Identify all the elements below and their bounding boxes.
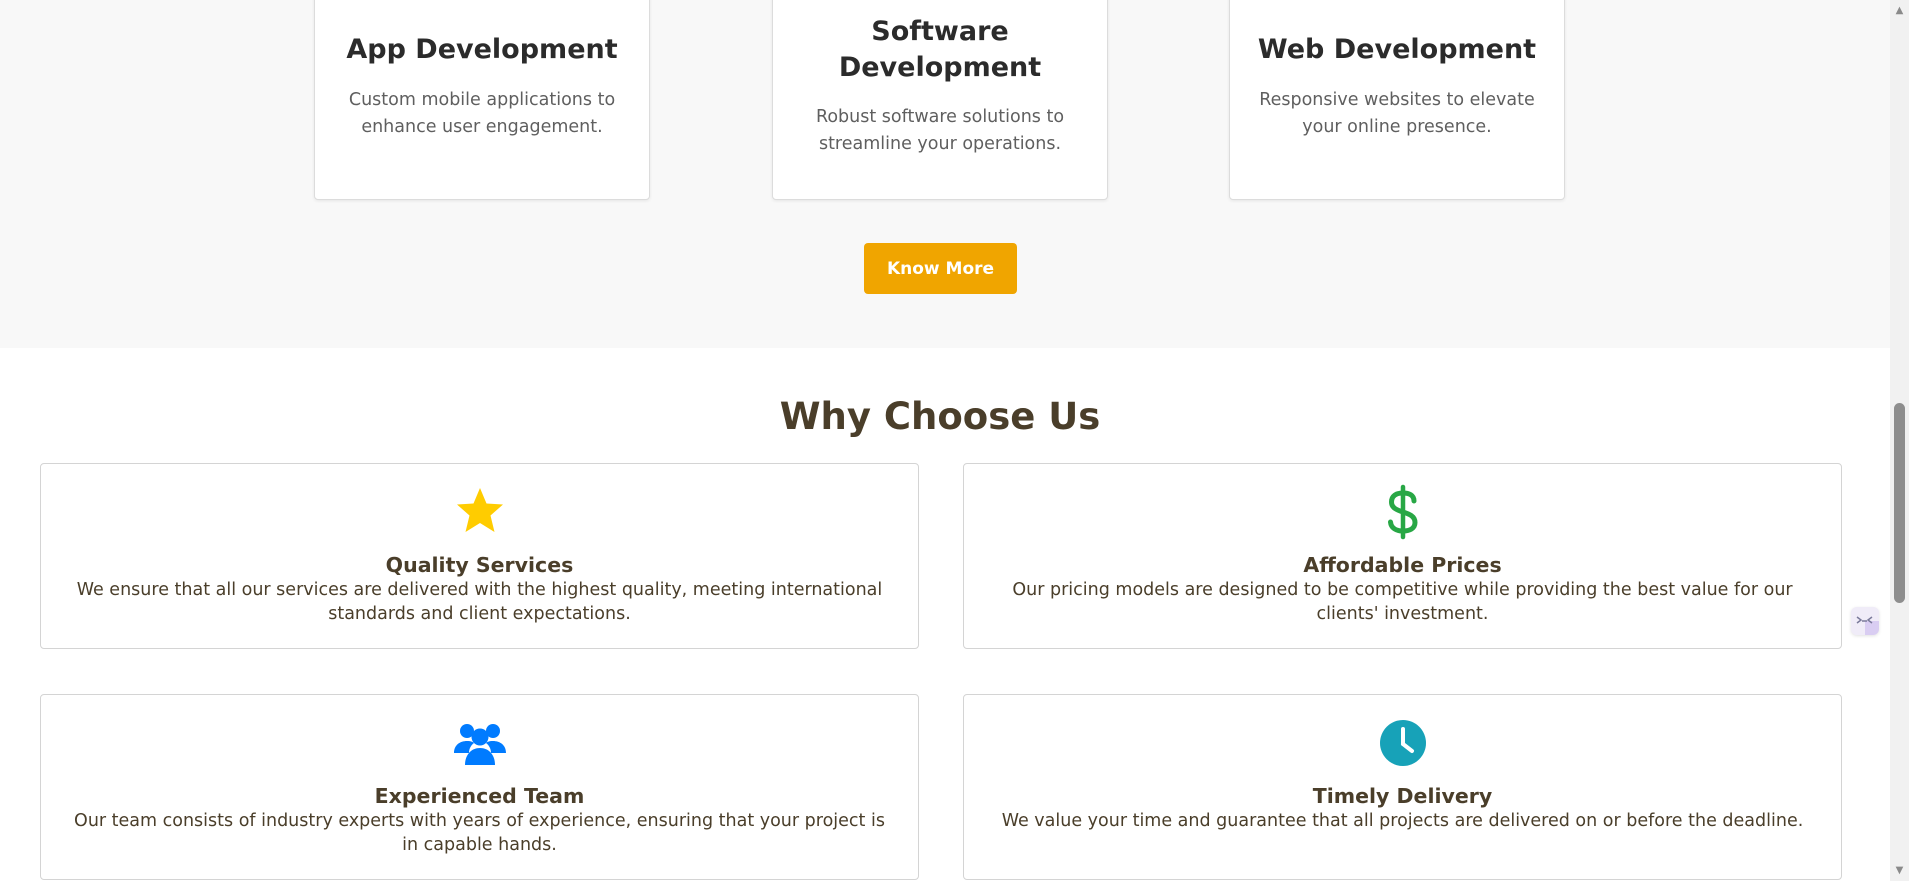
feature-description: We value your time and guarantee that al… bbox=[1001, 811, 1804, 831]
page: App Development Custom mobile applicatio… bbox=[0, 0, 1909, 881]
feature-card-quality-services: Quality Services We ensure that all our … bbox=[40, 463, 919, 649]
feature-card-experienced-team: Experienced Team Our team consists of in… bbox=[40, 694, 919, 880]
star-icon bbox=[452, 484, 508, 540]
scroll-down-arrow-icon[interactable]: ▼ bbox=[1890, 862, 1909, 879]
service-title: Software Development bbox=[838, 16, 1042, 83]
clock-icon bbox=[1375, 715, 1431, 771]
feature-description: Our team consists of industry experts wi… bbox=[74, 811, 885, 855]
feature-description: We ensure that all our services are deli… bbox=[76, 580, 883, 624]
feature-description: Our pricing models are designed to be co… bbox=[1012, 580, 1793, 624]
service-card-app-development: App Development Custom mobile applicatio… bbox=[314, 0, 650, 200]
service-description: Custom mobile applications to enhance us… bbox=[348, 90, 616, 137]
vertical-scrollbar[interactable]: ▲ ▼ bbox=[1890, 0, 1909, 881]
service-title: App Development bbox=[346, 34, 618, 65]
why-choose-us-title: Why Choose Us bbox=[779, 395, 1101, 438]
service-description: Responsive websites to elevate your onli… bbox=[1259, 90, 1535, 137]
users-icon bbox=[452, 715, 508, 771]
service-description: Robust software solutions to streamline … bbox=[815, 107, 1065, 154]
chat-widget-button[interactable] bbox=[1851, 607, 1879, 635]
feature-title: Affordable Prices bbox=[1303, 553, 1502, 577]
service-title: Web Development bbox=[1257, 34, 1537, 65]
feature-title: Experienced Team bbox=[374, 784, 585, 808]
feature-card-timely-delivery: Timely Delivery We value your time and g… bbox=[963, 694, 1842, 880]
feature-title: Timely Delivery bbox=[1312, 784, 1493, 808]
scroll-thumb[interactable] bbox=[1894, 403, 1905, 603]
feature-title: Quality Services bbox=[385, 553, 574, 577]
service-card-web-development: Web Development Responsive websites to e… bbox=[1229, 0, 1565, 200]
dollar-icon bbox=[1375, 484, 1431, 540]
service-card-software-development: Software Development Robust software sol… bbox=[772, 0, 1108, 200]
scroll-up-arrow-icon[interactable]: ▲ bbox=[1890, 2, 1909, 19]
feature-card-affordable-prices: Affordable Prices Our pricing models are… bbox=[963, 463, 1842, 649]
services-section: App Development Custom mobile applicatio… bbox=[0, 0, 1890, 348]
know-more-button[interactable]: Know More bbox=[864, 243, 1017, 294]
